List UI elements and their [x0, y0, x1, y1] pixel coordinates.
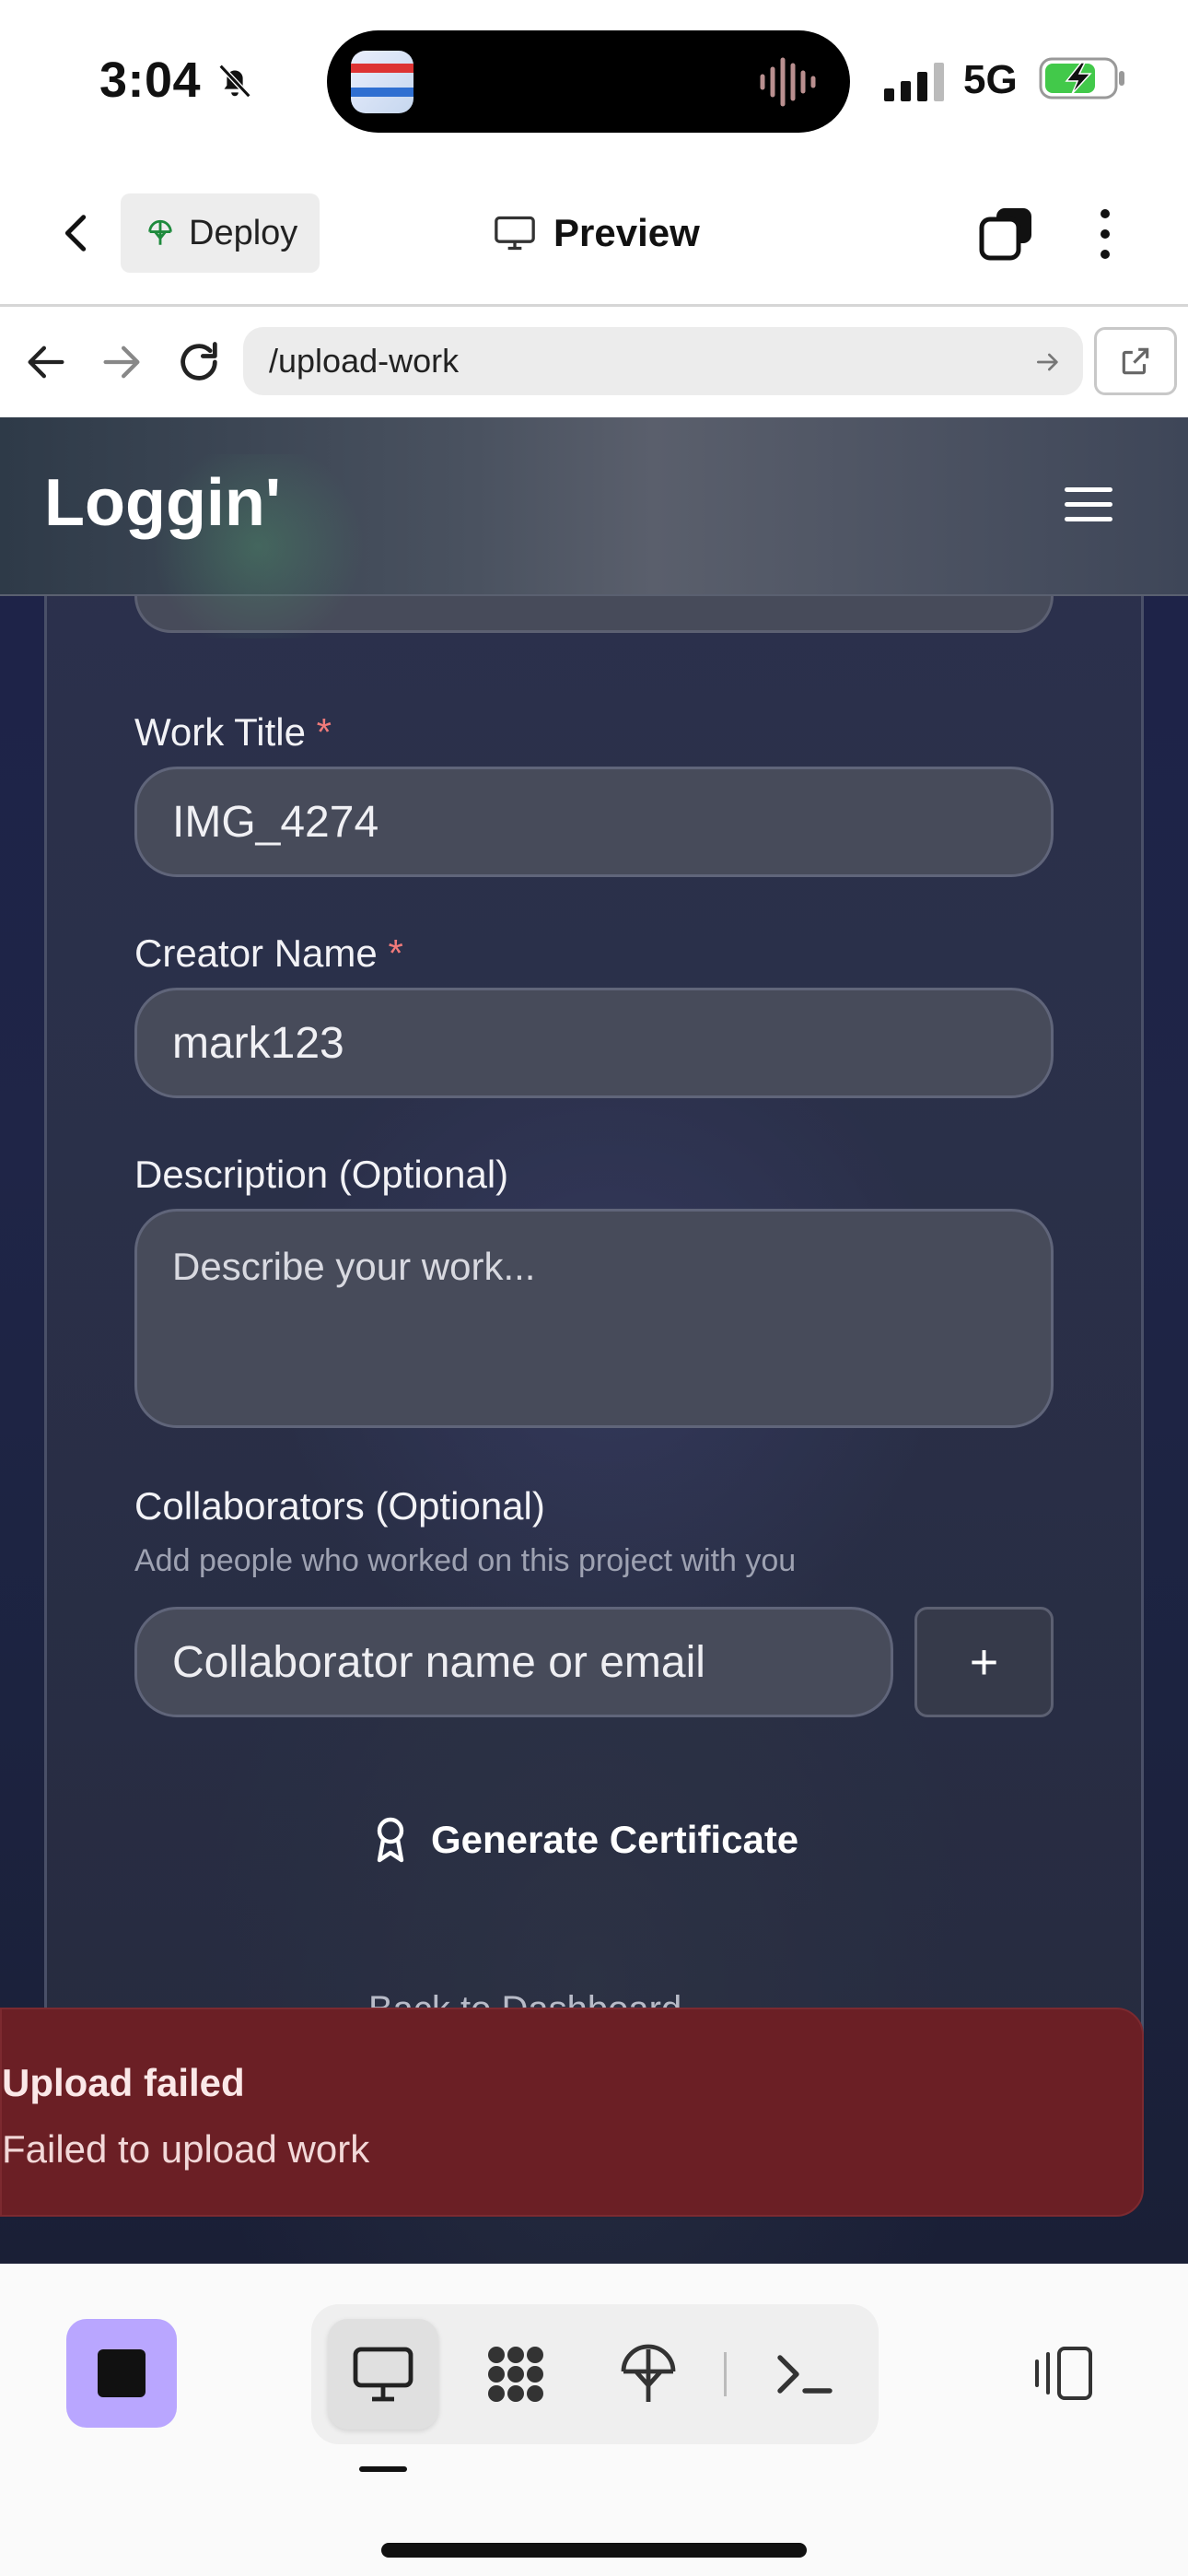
browser-url-bar: /upload-work	[0, 307, 1188, 416]
stop-icon	[98, 2349, 146, 2397]
view-switcher	[311, 2304, 879, 2444]
collaborators-label: Collaborators (Optional)	[134, 1484, 545, 1528]
apps-view-button[interactable]	[460, 2319, 571, 2430]
error-toast[interactable]: Upload failed Failed to upload work	[0, 2008, 1144, 2217]
home-indicator	[381, 2543, 807, 2558]
deploy-view-button[interactable]	[593, 2319, 704, 2430]
active-tab-indicator	[359, 2466, 407, 2472]
add-collaborator-button[interactable]: +	[914, 1607, 1054, 1717]
work-title-input[interactable]: IMG_4274	[134, 767, 1054, 877]
collaborator-input[interactable]: Collaborator name or email	[134, 1607, 893, 1717]
creator-name-input[interactable]: mark123	[134, 988, 1054, 1098]
panel-toggle-icon[interactable]	[1030, 2345, 1096, 2402]
monitor-icon	[495, 216, 535, 251]
dynamic-island	[327, 30, 850, 133]
preview-label: Preview	[553, 211, 700, 254]
browser-back-icon[interactable]	[22, 338, 70, 386]
open-external-button[interactable]	[1094, 327, 1177, 395]
toast-message: Failed to upload work	[2, 2127, 370, 2171]
terminal-icon	[777, 2355, 833, 2394]
console-view-button[interactable]	[750, 2319, 860, 2430]
generate-certificate-label: Generate Certificate	[431, 1818, 799, 1861]
dots-grid-icon	[488, 2347, 543, 2402]
reload-icon[interactable]	[175, 338, 223, 386]
generate-certificate-button[interactable]: Generate Certificate	[372, 1803, 798, 1877]
status-time: 3:04	[99, 53, 202, 108]
bell-muted-icon	[218, 64, 251, 99]
status-bar: 3:04 5G	[0, 0, 1188, 166]
site-brand[interactable]: Loggin'	[44, 465, 281, 541]
hamburger-menu-icon[interactable]	[1063, 484, 1114, 526]
description-textarea[interactable]: Describe your work...	[134, 1209, 1054, 1428]
more-options-icon[interactable]	[1089, 206, 1122, 262]
bottom-toolbar	[0, 2264, 1188, 2576]
web-viewport: Work Title * IMG_4274 Creator Name * mar…	[0, 417, 1188, 2264]
app-top-bar: Deploy Preview	[0, 184, 1188, 304]
preview-view-button[interactable]	[328, 2319, 438, 2430]
preview-tab[interactable]: Preview	[493, 203, 700, 263]
cellular-signal-icon	[884, 63, 944, 101]
back-chevron-icon[interactable]	[55, 212, 98, 254]
deploy-icon	[148, 219, 172, 245]
url-text: /upload-work	[269, 342, 460, 380]
battery-charging-icon	[1039, 57, 1124, 100]
browser-forward-icon[interactable]	[98, 338, 146, 386]
tabs-switcher-icon[interactable]	[978, 206, 1035, 262]
description-label: Description (Optional)	[134, 1153, 509, 1196]
toast-title: Upload failed	[2, 2061, 245, 2104]
network-type: 5G	[963, 57, 1018, 102]
award-icon	[377, 1817, 404, 1863]
site-header: Loggin'	[0, 417, 1188, 638]
deploy-button[interactable]: Deploy	[121, 193, 320, 273]
deploy-label: Deploy	[189, 213, 298, 252]
tool-separator	[724, 2352, 727, 2396]
work-title-label: Work Title *	[134, 710, 332, 754]
collaborators-hint: Add people who worked on this project wi…	[134, 1543, 797, 1578]
stop-button[interactable]	[66, 2319, 177, 2428]
now-playing-app-icon	[351, 51, 413, 113]
creator-name-label: Creator Name *	[134, 931, 403, 975]
url-input[interactable]: /upload-work	[243, 327, 1083, 395]
monitor-icon	[353, 2347, 413, 2402]
audio-wave-icon	[760, 57, 816, 107]
external-link-icon	[1122, 347, 1149, 375]
deploy-icon	[621, 2344, 676, 2402]
go-arrow-icon[interactable]	[1033, 347, 1063, 377]
